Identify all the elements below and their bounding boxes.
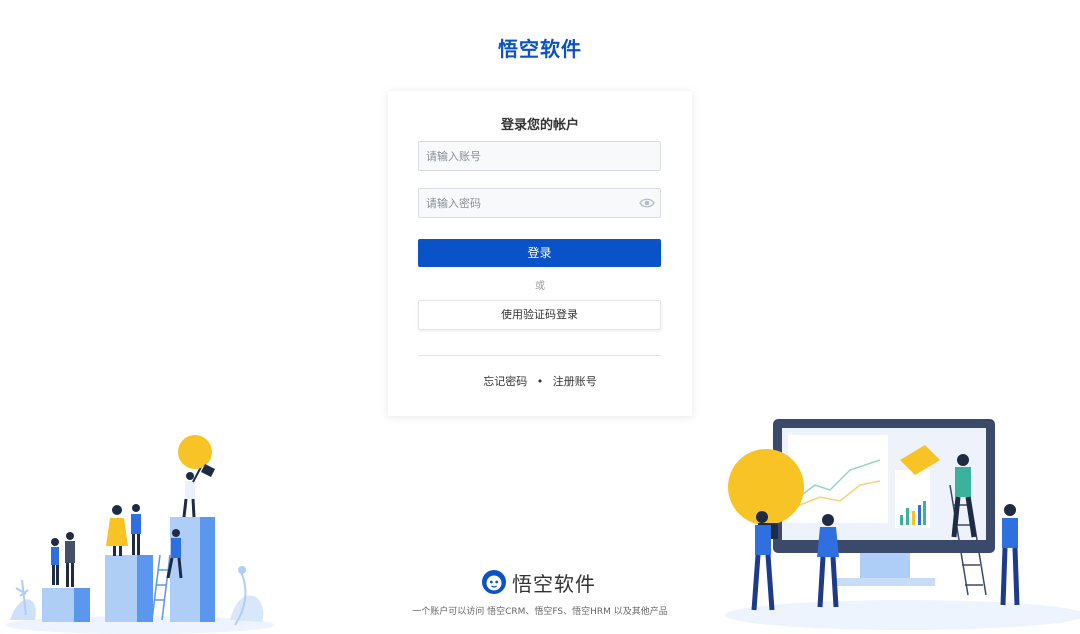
password-field[interactable] (418, 188, 661, 218)
eye-icon[interactable] (639, 197, 655, 209)
right-illustration (725, 419, 1080, 630)
person-3 (106, 505, 128, 556)
register-link[interactable]: 注册账号 (553, 375, 597, 388)
footer-tagline: 一个账户可以访问 悟空CRM、悟空FS、悟空HRM 以及其他产品 (412, 607, 668, 617)
brand-title: 悟空软件 (498, 37, 582, 61)
password-input[interactable] (419, 189, 633, 217)
lightbulb-icon (178, 435, 215, 477)
login-button[interactable]: 登录 (418, 239, 661, 267)
forgot-password-link[interactable]: 忘记密码 (483, 375, 527, 388)
login-card: 登录您的帐户 登录 或 使用验证码登录 忘记密码 • 注册账号 (388, 91, 692, 416)
account-links: 忘记密码 • 注册账号 (388, 373, 692, 389)
login-heading: 登录您的帐户 (500, 118, 579, 133)
account-input[interactable] (419, 142, 633, 170)
monkey-logo-icon (482, 570, 506, 594)
person-2 (817, 514, 839, 608)
footer-logo-text: 悟空软件 (512, 571, 596, 596)
link-separator: • (536, 375, 544, 388)
divider (418, 355, 661, 356)
person-1 (51, 538, 59, 585)
person-6 (182, 466, 202, 518)
person-1 (751, 511, 775, 611)
account-field[interactable] (418, 141, 661, 171)
person-2 (65, 532, 75, 587)
footer-logo: 悟空软件 (482, 569, 596, 596)
or-separator: 或 (535, 281, 545, 292)
person-4 (1000, 504, 1020, 606)
sms-login-button[interactable]: 使用验证码登录 (418, 300, 661, 330)
person-4 (131, 504, 141, 555)
